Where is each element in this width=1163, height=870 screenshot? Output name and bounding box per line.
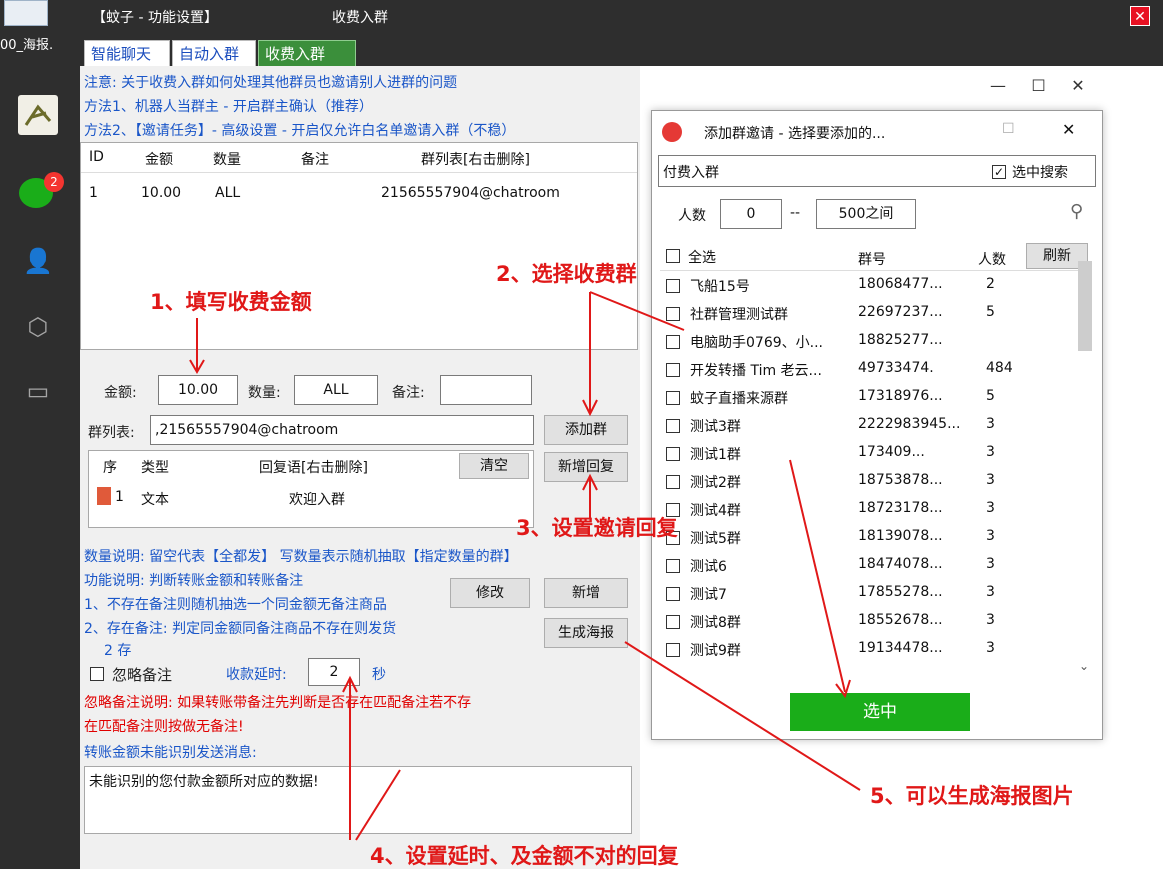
annotation-5: 5、可以生成海报图片 (870, 784, 1074, 808)
arrow-5 (624, 641, 861, 791)
annotation-3: 3、设置邀请回复 (516, 516, 678, 540)
annotation-4: 4、设置延时、及金额不对的回复 (370, 844, 679, 868)
arrow-4 (349, 680, 401, 841)
annotation-2: 2、选择收费群 (496, 262, 637, 286)
annotation-arrows (189, 291, 861, 841)
arrow-2-right (589, 291, 685, 331)
arrow-select (789, 459, 846, 693)
annotation-1: 1、填写收费金额 (150, 290, 312, 314)
